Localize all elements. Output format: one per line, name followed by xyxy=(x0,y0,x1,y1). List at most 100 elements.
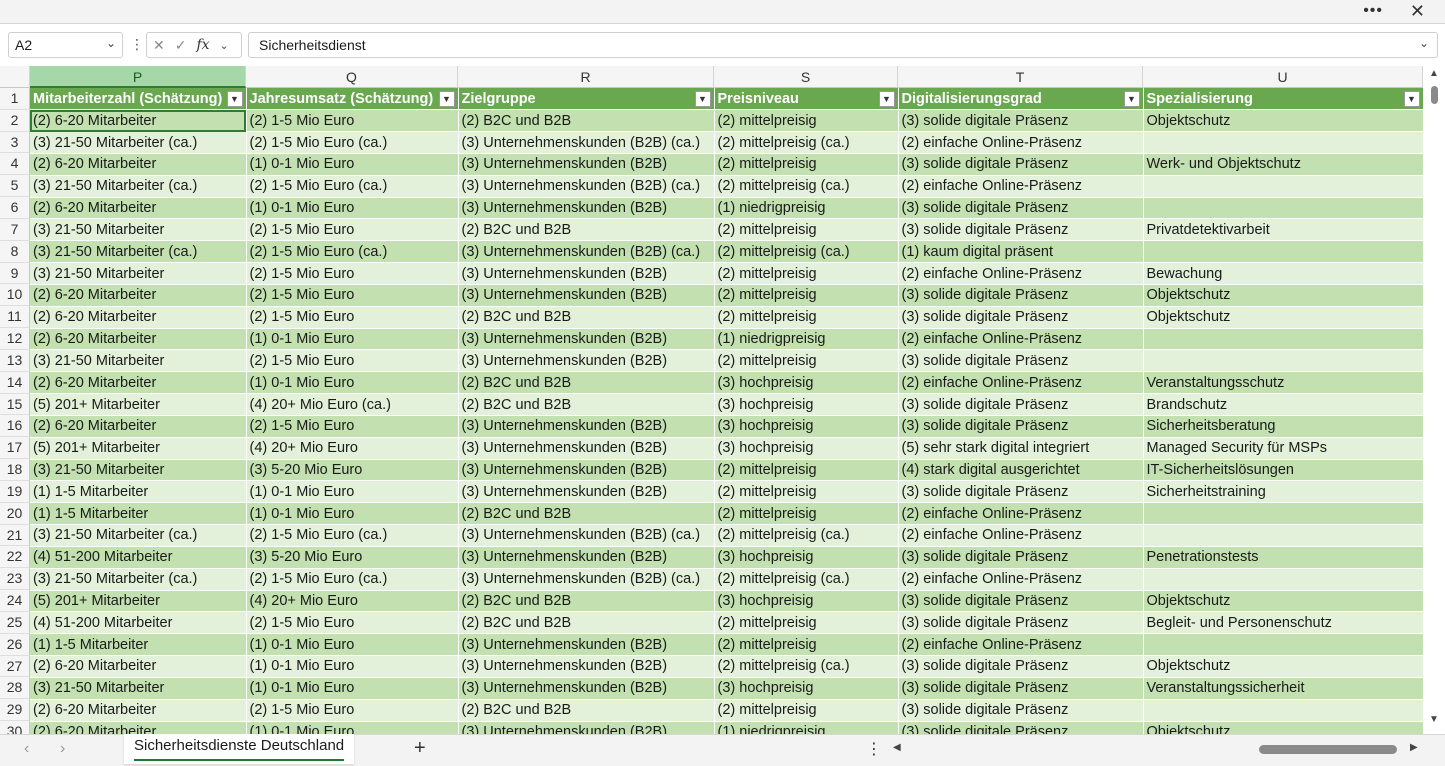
table-cell[interactable]: (2) 6-20 Mitarbeiter xyxy=(30,284,247,307)
table-cell[interactable]: (2) mittelpreisig xyxy=(714,262,899,285)
table-cell[interactable]: (1) 0-1 Mio Euro xyxy=(246,197,459,220)
vertical-scrollbar[interactable]: ▲ ▼ xyxy=(1424,66,1445,734)
table-cell[interactable]: (2) B2C und B2B xyxy=(458,218,715,242)
table-cell[interactable]: (1) niedrigpreisig xyxy=(714,197,899,220)
table-cell[interactable]: (2) einfache Online-Präsenz xyxy=(898,568,1144,591)
table-cell[interactable]: (2) 1-5 Mio Euro (ca.) xyxy=(246,131,459,154)
row-header[interactable]: 2 xyxy=(0,109,30,132)
table-cell[interactable]: (3) 21-50 Mitarbeiter xyxy=(30,459,247,482)
table-cell[interactable]: IT-Sicherheitslösungen xyxy=(1143,459,1424,482)
table-cell[interactable]: (2) mittelpreisig (ca.) xyxy=(714,568,899,591)
table-cell[interactable]: (1) 0-1 Mio Euro xyxy=(246,502,459,526)
table-cell[interactable]: Sicherheitstraining xyxy=(1143,480,1424,504)
row-header[interactable]: 19 xyxy=(0,480,30,503)
row-header[interactable]: 22 xyxy=(0,546,30,569)
table-cell[interactable]: Objektschutz xyxy=(1143,655,1424,678)
table-cell[interactable]: (4) 51-200 Mitarbeiter xyxy=(30,546,247,569)
table-cell[interactable]: Werk- und Objektschutz xyxy=(1143,153,1424,176)
table-cell[interactable]: (2) 1-5 Mio Euro xyxy=(246,218,459,242)
row-header[interactable]: 29 xyxy=(0,699,30,722)
row-header[interactable]: 10 xyxy=(0,284,30,307)
filter-dropdown-icon[interactable]: ▼ xyxy=(694,91,711,107)
vertical-scroll-thumb[interactable] xyxy=(1431,86,1438,104)
scroll-down-icon[interactable]: ▼ xyxy=(1429,714,1439,725)
more-options-icon[interactable]: ••• xyxy=(1363,2,1383,20)
table-cell[interactable]: (3) Unternehmenskunden (B2B) xyxy=(458,655,715,678)
table-cell[interactable]: (2) 6-20 Mitarbeiter xyxy=(30,415,247,438)
table-cell[interactable]: (3) Unternehmenskunden (B2B) xyxy=(458,284,715,307)
row-header[interactable]: 26 xyxy=(0,633,30,656)
table-cell[interactable]: (2) mittelpreisig xyxy=(714,306,899,329)
row-header[interactable]: 18 xyxy=(0,459,30,481)
table-cell[interactable]: (3) 5-20 Mio Euro xyxy=(246,459,459,482)
table-cell[interactable]: (4) stark digital ausgerichtet xyxy=(898,459,1144,482)
filter-dropdown-icon[interactable]: ▼ xyxy=(1403,91,1420,107)
table-cell[interactable]: (3) Unternehmenskunden (B2B) xyxy=(458,480,715,504)
row-header[interactable]: 7 xyxy=(0,218,30,241)
table-cell[interactable]: (3) Unternehmenskunden (B2B) xyxy=(458,328,715,351)
table-cell[interactable]: (2) 1-5 Mio Euro xyxy=(246,262,459,285)
table-cell[interactable]: Objektschutz xyxy=(1143,721,1424,734)
table-cell[interactable]: (3) solide digitale Präsenz xyxy=(898,415,1144,438)
table-cell[interactable]: (2) mittelpreisig (ca.) xyxy=(714,524,899,547)
table-cell[interactable]: (2) mittelpreisig (ca.) xyxy=(714,240,899,264)
table-cell[interactable]: (2) 6-20 Mitarbeiter xyxy=(30,721,247,734)
row-header[interactable]: 15 xyxy=(0,393,30,416)
table-cell[interactable]: (4) 20+ Mio Euro xyxy=(246,590,459,613)
header-cell[interactable]: Jahresumsatz (Schätzung) ▼ xyxy=(246,88,459,111)
table-cell[interactable]: (1) kaum digital präsent xyxy=(898,240,1144,264)
table-cell[interactable]: (2) 1-5 Mio Euro (ca.) xyxy=(246,175,459,198)
table-cell[interactable]: (2) 6-20 Mitarbeiter xyxy=(30,371,247,395)
table-cell[interactable]: (3) hochpreisig xyxy=(714,590,899,613)
table-cell[interactable]: Objektschutz xyxy=(1143,306,1424,329)
table-cell[interactable]: Penetrationstests xyxy=(1143,546,1424,569)
table-cell[interactable]: (2) mittelpreisig (ca.) xyxy=(714,175,899,198)
table-cell[interactable]: (3) solide digitale Präsenz xyxy=(898,349,1144,373)
table-cell[interactable]: (2) 1-5 Mio Euro xyxy=(246,699,459,722)
row-header[interactable]: 24 xyxy=(0,590,30,612)
table-cell[interactable] xyxy=(1143,175,1424,198)
table-cell[interactable]: (2) 1-5 Mio Euro (ca.) xyxy=(246,524,459,547)
table-cell[interactable]: (3) solide digitale Präsenz xyxy=(898,197,1144,220)
table-cell[interactable]: (2) B2C und B2B xyxy=(458,502,715,526)
table-cell[interactable]: (3) solide digitale Präsenz xyxy=(898,546,1144,569)
table-cell[interactable]: (2) 6-20 Mitarbeiter xyxy=(30,699,247,722)
table-cell[interactable]: (2) B2C und B2B xyxy=(458,699,715,722)
row-header[interactable]: 23 xyxy=(0,568,30,591)
table-cell[interactable]: (3) Unternehmenskunden (B2B) (ca.) xyxy=(458,175,715,198)
filter-dropdown-icon[interactable]: ▼ xyxy=(438,91,455,107)
table-cell[interactable]: (3) 21-50 Mitarbeiter (ca.) xyxy=(30,240,247,264)
table-cell[interactable]: (3) 21-50 Mitarbeiter (ca.) xyxy=(30,524,247,547)
formula-input[interactable]: Sicherheitsdienst ⌄ xyxy=(248,32,1438,58)
table-cell[interactable]: (2) B2C und B2B xyxy=(458,109,715,133)
table-cell[interactable]: (3) 21-50 Mitarbeiter xyxy=(30,218,247,242)
table-cell[interactable]: (3) Unternehmenskunden (B2B) xyxy=(458,677,715,700)
table-cell[interactable]: (3) solide digitale Präsenz xyxy=(898,284,1144,307)
table-cell[interactable]: (3) Unternehmenskunden (B2B) xyxy=(458,633,715,657)
table-cell[interactable]: (2) einfache Online-Präsenz xyxy=(898,175,1144,198)
sheet-tab-active[interactable]: Sicherheitsdienste Deutschland xyxy=(124,734,355,764)
table-cell[interactable]: (2) B2C und B2B xyxy=(458,611,715,635)
table-cell[interactable]: (2) 1-5 Mio Euro xyxy=(246,415,459,438)
table-cell[interactable] xyxy=(1143,633,1424,657)
table-cell[interactable]: (1) 0-1 Mio Euro xyxy=(246,328,459,351)
table-cell[interactable]: (3) Unternehmenskunden (B2B) xyxy=(458,546,715,569)
row-header[interactable]: 14 xyxy=(0,371,30,394)
table-cell[interactable]: Veranstaltungssicherheit xyxy=(1143,677,1424,700)
table-cell[interactable]: Objektschutz xyxy=(1143,590,1424,613)
table-cell[interactable]: (2) B2C und B2B xyxy=(458,306,715,329)
table-cell[interactable]: (2) einfache Online-Präsenz xyxy=(898,524,1144,547)
header-cell[interactable]: Digitalisierungsgrad ▼ xyxy=(898,88,1144,111)
table-cell[interactable]: Bewachung xyxy=(1143,262,1424,285)
column-header-p[interactable]: P xyxy=(30,66,246,88)
table-cell[interactable] xyxy=(1143,699,1424,722)
formula-bar-options-icon[interactable]: ⋮ xyxy=(130,36,144,53)
table-cell[interactable] xyxy=(1143,328,1424,351)
name-box[interactable]: A2 ⌄ xyxy=(8,32,123,58)
table-cell[interactable]: Veranstaltungsschutz xyxy=(1143,371,1424,395)
table-cell[interactable]: (2) 6-20 Mitarbeiter xyxy=(30,197,247,220)
table-cell[interactable]: (3) solide digitale Präsenz xyxy=(898,611,1144,635)
table-cell[interactable]: (1) 0-1 Mio Euro xyxy=(246,677,459,700)
table-cell[interactable]: (2) mittelpreisig xyxy=(714,480,899,504)
table-cell[interactable]: (2) mittelpreisig xyxy=(714,109,899,133)
